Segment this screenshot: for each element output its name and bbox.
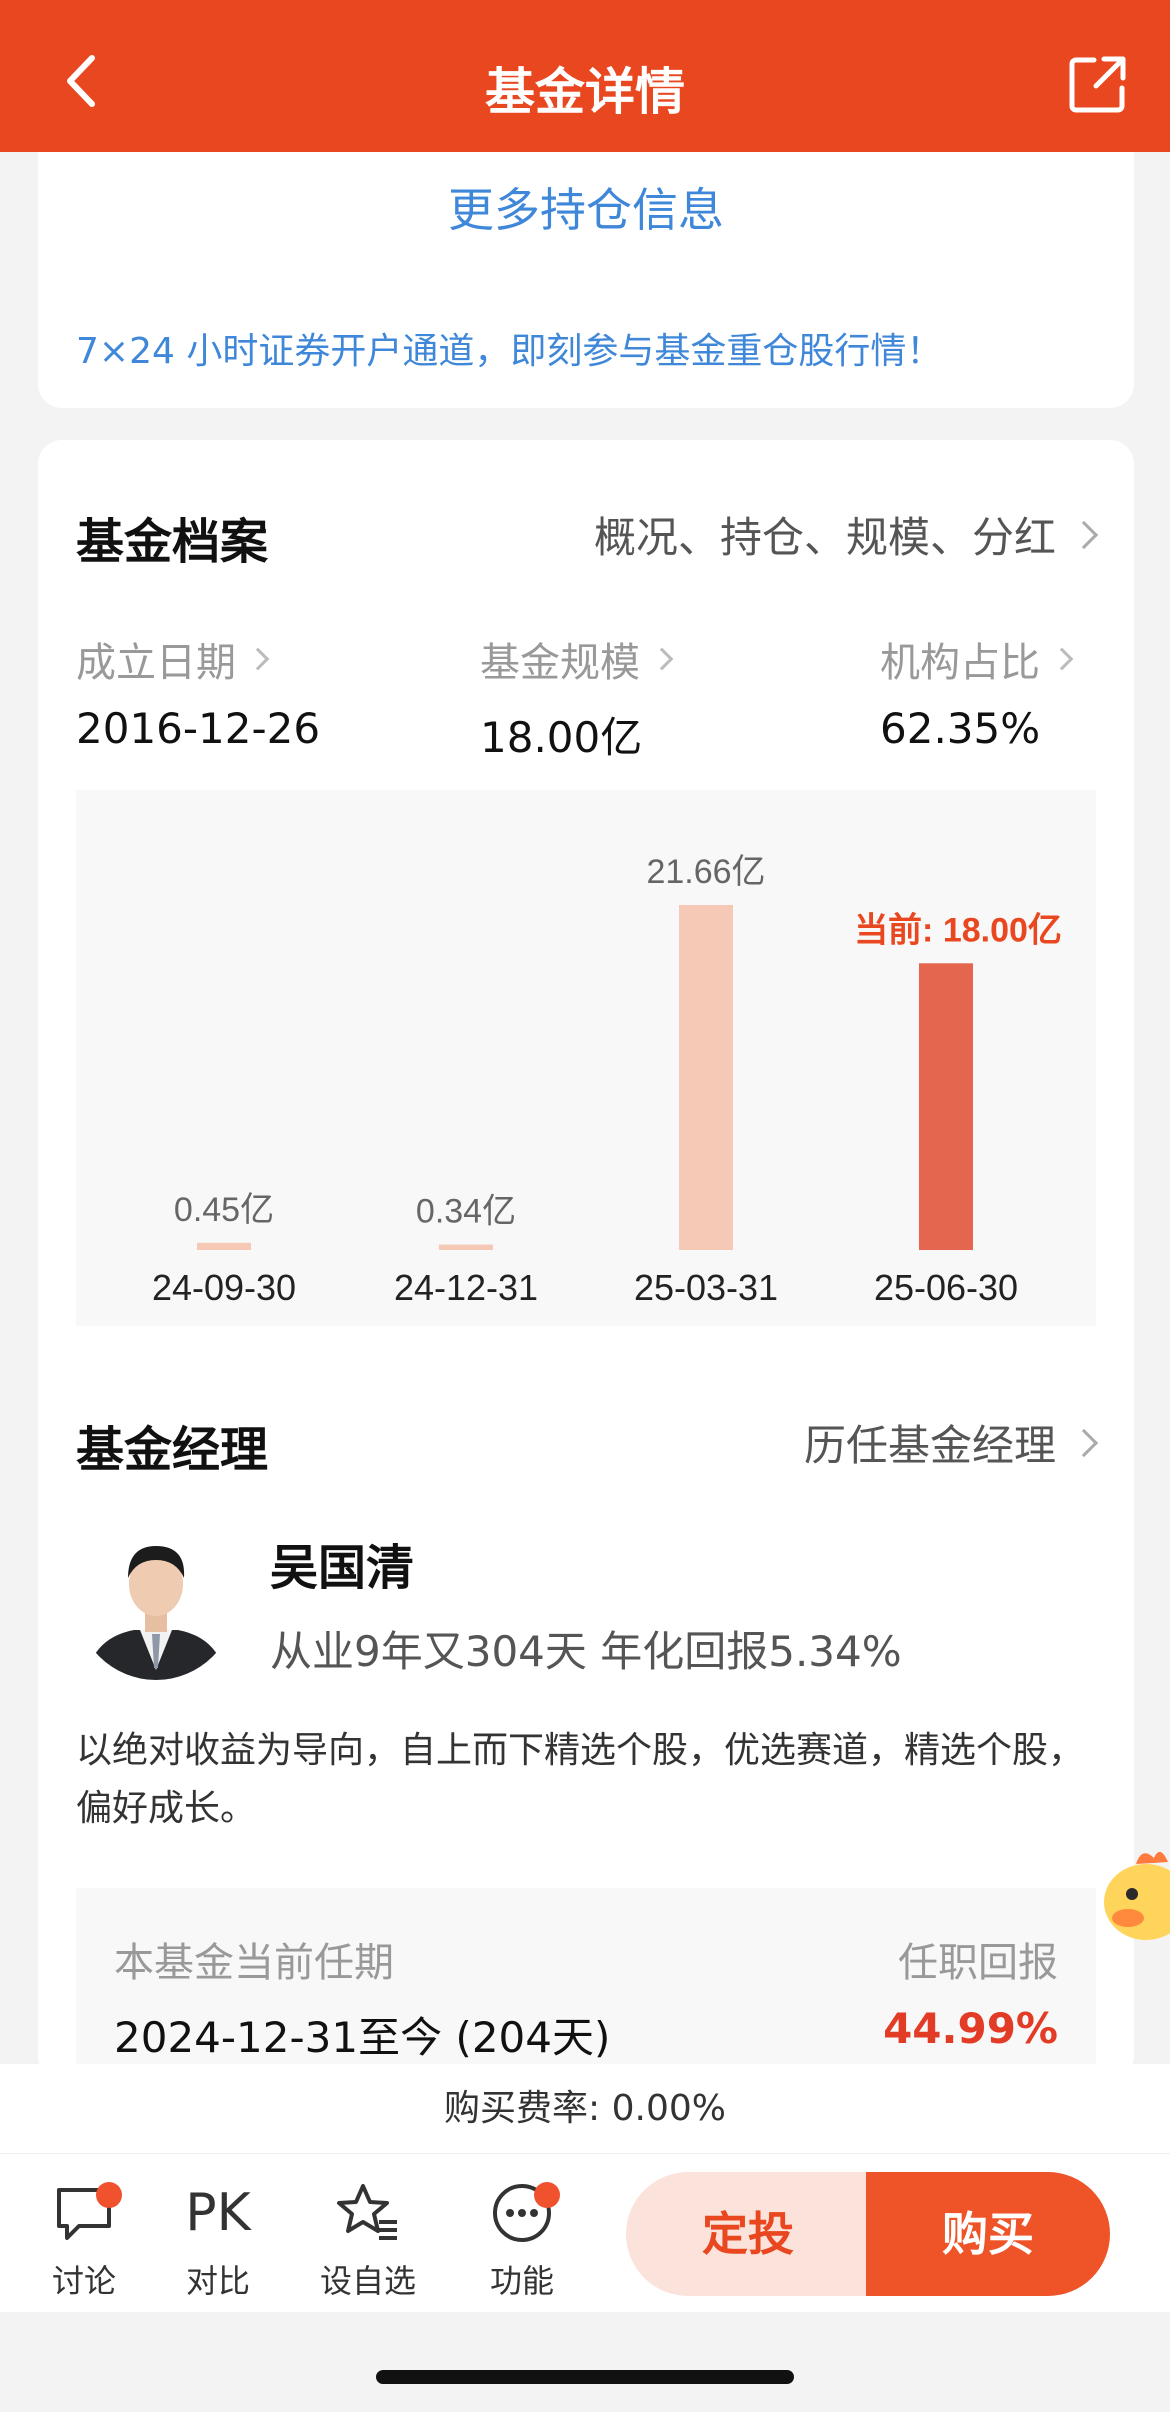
profile-section-title: 基金档案 xyxy=(76,514,269,570)
past-managers-label: 历任基金经理 xyxy=(803,1421,1056,1470)
share-icon[interactable] xyxy=(1066,52,1130,116)
chart-bar xyxy=(197,1242,251,1250)
tenure-return-label: 任职回报 xyxy=(898,1940,1058,1986)
chart-tick-label: 24-12-31 xyxy=(394,1267,538,1308)
chevron-right-icon xyxy=(650,647,674,671)
functions-button[interactable]: 功能 xyxy=(462,2178,582,2302)
chart-tick-label: 25-03-31 xyxy=(634,1267,778,1308)
manager-description: 以绝对收益为导向，自上而下精选个股，优选赛道，精选个股，偏好成长。 xyxy=(76,1730,1085,1829)
pk-icon: PK xyxy=(185,2183,251,2243)
discuss-button[interactable]: 讨论 xyxy=(24,2178,144,2302)
tenure-return-value: 44.99% xyxy=(883,2004,1058,2053)
home-indicator[interactable] xyxy=(376,2370,794,2384)
add-watchlist-label: 设自选 xyxy=(319,2262,416,2300)
notification-dot xyxy=(96,2182,122,2208)
chart-data-label: 21.66亿 xyxy=(646,853,765,891)
chart-data-label: 0.45亿 xyxy=(174,1191,274,1229)
chevron-right-icon xyxy=(1069,520,1099,549)
page-title: 基金详情 xyxy=(485,63,685,121)
stat-institution-ratio[interactable]: 机构占比 62.35% xyxy=(880,630,1074,753)
stat-value: 18.00亿 xyxy=(480,713,643,762)
compare-button[interactable]: PK 对比 xyxy=(158,2178,278,2302)
chevron-right-icon xyxy=(1069,1428,1099,1457)
manager-name: 吴国清 xyxy=(270,1540,415,1596)
manager-tenure-box: 本基金当前任期 任职回报 2024-12-31至今 (204天) 44.99% xyxy=(76,1888,1096,2080)
notification-dot xyxy=(534,2182,560,2208)
more-holdings-link[interactable]: 更多持仓信息 xyxy=(38,174,1134,240)
fund-profile-card: 基金档案 概况、持仓、规模、分红 成立日期 2016-12-26 基金规模 18… xyxy=(38,440,1134,2080)
fund-size-chart: 0.45亿 24-09-30 0.34亿 24-12-31 21.66亿 25-03-31… xyxy=(76,790,1096,1326)
header-bar: 基金详情 xyxy=(0,0,1170,152)
holdings-card: 更多持仓信息 7×24 小时证券开户通道，即刻参与基金重仓股行情！ xyxy=(38,152,1134,408)
manager-experience: 从业9年又304天 年化回报5.34% xyxy=(270,1627,902,1676)
chart-data-label: 0.34亿 xyxy=(416,1193,516,1231)
tenure-label: 本基金当前任期 xyxy=(114,1940,394,1986)
purchase-fee: 购买费率: 0.00% xyxy=(0,2064,1170,2154)
stat-fund-size[interactable]: 基金规模 18.00亿 xyxy=(480,630,674,765)
chart-bar xyxy=(439,1244,493,1250)
compare-label: 对比 xyxy=(185,2262,250,2300)
mascot-icon[interactable] xyxy=(1098,1836,1170,1946)
stat-value: 62.35% xyxy=(880,704,1041,753)
bottom-toolbar: 讨论 PK 对比 设自选 功能 定投 购买 xyxy=(0,2154,1170,2312)
stat-label: 机构占比 xyxy=(880,640,1040,686)
chart-tick-label: 24-09-30 xyxy=(152,1267,296,1308)
chevron-right-icon xyxy=(246,647,270,671)
stat-value: 2016-12-26 xyxy=(76,704,321,753)
stat-inception-date[interactable]: 成立日期 2016-12-26 xyxy=(76,630,320,753)
fund-size-chart-svg: 0.45亿 24-09-30 0.34亿 24-12-31 21.66亿 25-03-31… xyxy=(152,853,1062,1308)
functions-label: 功能 xyxy=(489,2262,554,2300)
profile-overview-link[interactable]: 概况、持仓、规模、分红 xyxy=(593,504,1099,565)
buy-button[interactable]: 购买 xyxy=(866,2172,1110,2296)
past-managers-link[interactable]: 历任基金经理 xyxy=(803,1412,1099,1473)
stat-label: 基金规模 xyxy=(480,640,640,686)
chart-bar xyxy=(919,963,973,1250)
chart-bar xyxy=(679,905,733,1250)
star-list-icon xyxy=(337,2184,397,2240)
person-avatar-icon xyxy=(76,1520,236,1680)
sip-button[interactable]: 定投 xyxy=(626,2172,870,2296)
stat-label: 成立日期 xyxy=(76,640,236,686)
manager-section-title: 基金经理 xyxy=(76,1422,269,1478)
chart-data-label: 当前: 18.00亿 xyxy=(854,911,1062,949)
add-watchlist-button[interactable]: 设自选 xyxy=(308,2178,428,2302)
brokerage-promo-link[interactable]: 7×24 小时证券开户通道，即刻参与基金重仓股行情！ xyxy=(76,322,942,374)
manager-avatar[interactable] xyxy=(76,1520,236,1680)
chevron-right-icon xyxy=(1050,647,1074,671)
profile-overview-label: 概况、持仓、规模、分红 xyxy=(593,513,1056,562)
chart-tick-label: 25-06-30 xyxy=(874,1267,1018,1308)
discuss-label: 讨论 xyxy=(51,2262,116,2300)
tenure-period: 2024-12-31至今 (204天) xyxy=(114,2013,611,2062)
